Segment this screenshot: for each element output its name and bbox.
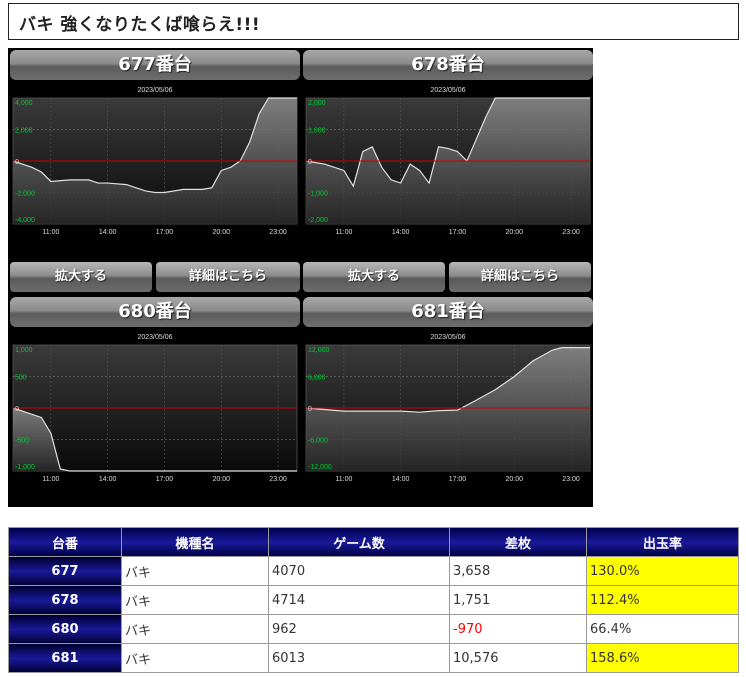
y-tick-label: -6,000 bbox=[308, 438, 328, 445]
machine-number[interactable]: 678 bbox=[8, 585, 122, 615]
chart-title-681[interactable]: 681番台 bbox=[303, 297, 593, 327]
y-tick-label: -2,000 bbox=[15, 191, 35, 198]
difference: -970 bbox=[449, 614, 587, 644]
table-row: 681 バキ 6013 10,576 158.6% bbox=[8, 643, 739, 673]
y-tick-label: 1,000 bbox=[308, 128, 326, 135]
y-tick-label: 0 bbox=[15, 159, 19, 166]
x-tick-label: 11:00 bbox=[335, 229, 352, 236]
y-tick-label: 0 bbox=[308, 406, 312, 413]
table-row: 680 バキ 962 -970 66.4% bbox=[8, 614, 739, 644]
x-tick-label: 11:00 bbox=[335, 476, 352, 483]
difference: 3,658 bbox=[449, 556, 587, 586]
difference: 10,576 bbox=[449, 643, 587, 673]
y-tick-label: -2,000 bbox=[308, 217, 328, 224]
y-tick-label: -4,000 bbox=[15, 217, 35, 224]
x-tick-label: 17:00 bbox=[449, 229, 467, 236]
header-payout-rate: 出玉率 bbox=[586, 527, 739, 557]
graph-panel: 677番台 2023/05/06 4,000 2,000 0 -2,000 -4,000 1… bbox=[8, 48, 593, 507]
x-tick-label: 23:00 bbox=[562, 476, 580, 483]
data-table: 台番 機種名 ゲーム数 差枚 出玉率 677 バキ 4070 3,658 130… bbox=[8, 527, 739, 673]
chart-date: 2023/05/06 bbox=[430, 87, 465, 94]
table-row: 678 バキ 4714 1,751 112.4% bbox=[8, 585, 739, 615]
zoom-button-678[interactable]: 拡大する bbox=[303, 262, 445, 292]
y-tick-label: 0 bbox=[308, 159, 312, 166]
x-tick-label: 17:00 bbox=[156, 476, 174, 483]
model-name: バキ bbox=[121, 585, 269, 615]
chart-date: 2023/05/06 bbox=[430, 334, 465, 341]
y-tick-label: -1,000 bbox=[15, 464, 35, 471]
model-name: バキ bbox=[121, 614, 269, 644]
x-tick-label: 14:00 bbox=[392, 476, 410, 483]
chart-title-680[interactable]: 680番台 bbox=[10, 297, 300, 327]
payout-rate: 66.4% bbox=[586, 614, 739, 644]
machine-number[interactable]: 680 bbox=[8, 614, 122, 644]
y-tick-label: 500 bbox=[15, 375, 27, 382]
x-tick-label: 23:00 bbox=[269, 229, 287, 236]
x-tick-label: 17:00 bbox=[449, 476, 467, 483]
payout-rate: 158.6% bbox=[586, 643, 739, 673]
chart-date: 2023/05/06 bbox=[137, 334, 172, 341]
game-count: 4070 bbox=[268, 556, 450, 586]
y-tick-label: 2,000 bbox=[308, 100, 326, 107]
machine-number[interactable]: 677 bbox=[8, 556, 122, 586]
x-tick-label: 23:00 bbox=[562, 229, 580, 236]
header-machine-number: 台番 bbox=[8, 527, 122, 557]
zoom-button-677[interactable]: 拡大する bbox=[10, 262, 152, 292]
game-count: 4714 bbox=[268, 585, 450, 615]
y-tick-label: 0 bbox=[15, 406, 19, 413]
x-tick-label: 20:00 bbox=[506, 476, 524, 483]
payout-rate: 130.0% bbox=[586, 556, 739, 586]
y-tick-label: 4,000 bbox=[15, 100, 33, 107]
difference: 1,751 bbox=[449, 585, 587, 615]
chart-677: 2023/05/06 4,000 2,000 0 -2,000 -4,000 11:00 14… bbox=[10, 81, 300, 246]
x-tick-label: 23:00 bbox=[269, 476, 287, 483]
table-row: 677 バキ 4070 3,658 130.0% bbox=[8, 556, 739, 586]
x-tick-label: 14:00 bbox=[392, 229, 410, 236]
model-name: バキ bbox=[121, 556, 269, 586]
page-title: バキ 強くなりたくば喰らえ!!! bbox=[8, 3, 739, 40]
payout-rate: 112.4% bbox=[586, 585, 739, 615]
detail-button-677[interactable]: 詳細はこちら bbox=[156, 262, 300, 292]
chart-title-678[interactable]: 678番台 bbox=[303, 50, 593, 80]
y-tick-label: 1,000 bbox=[15, 347, 33, 354]
x-tick-label: 20:00 bbox=[213, 476, 231, 483]
y-tick-label: -12,000 bbox=[308, 464, 332, 471]
y-tick-label: -1,000 bbox=[308, 191, 328, 198]
header-difference: 差枚 bbox=[449, 527, 587, 557]
chart-680: 2023/05/06 1,000 500 0 -500 -1,000 11:00 14:00 1… bbox=[10, 328, 300, 493]
header-model-name: 機種名 bbox=[121, 527, 269, 557]
chart-678: 2023/05/06 2,000 1,000 0 -1,000 -2,000 11:00 14… bbox=[303, 81, 593, 246]
game-count: 962 bbox=[268, 614, 450, 644]
y-tick-label: 12,000 bbox=[308, 347, 330, 354]
x-tick-label: 11:00 bbox=[42, 476, 59, 483]
chart-title-677[interactable]: 677番台 bbox=[10, 50, 300, 80]
x-tick-label: 11:00 bbox=[42, 229, 59, 236]
header-game-count: ゲーム数 bbox=[268, 527, 450, 557]
table-header-row: 台番 機種名 ゲーム数 差枚 出玉率 bbox=[8, 527, 739, 557]
detail-button-678[interactable]: 詳細はこちら bbox=[449, 262, 591, 292]
machine-number[interactable]: 681 bbox=[8, 643, 122, 673]
x-tick-label: 20:00 bbox=[506, 229, 524, 236]
x-tick-label: 14:00 bbox=[99, 229, 117, 236]
x-tick-label: 14:00 bbox=[99, 476, 117, 483]
y-tick-label: 6,000 bbox=[308, 375, 326, 382]
model-name: バキ bbox=[121, 643, 269, 673]
x-tick-label: 20:00 bbox=[213, 229, 231, 236]
chart-date: 2023/05/06 bbox=[137, 87, 172, 94]
y-tick-label: 2,000 bbox=[15, 128, 33, 135]
x-tick-label: 17:00 bbox=[156, 229, 174, 236]
y-tick-label: -500 bbox=[15, 438, 29, 445]
chart-681: 2023/05/06 12,000 6,000 0 -6,000 -12,00011:00… bbox=[303, 328, 593, 493]
game-count: 6013 bbox=[268, 643, 450, 673]
